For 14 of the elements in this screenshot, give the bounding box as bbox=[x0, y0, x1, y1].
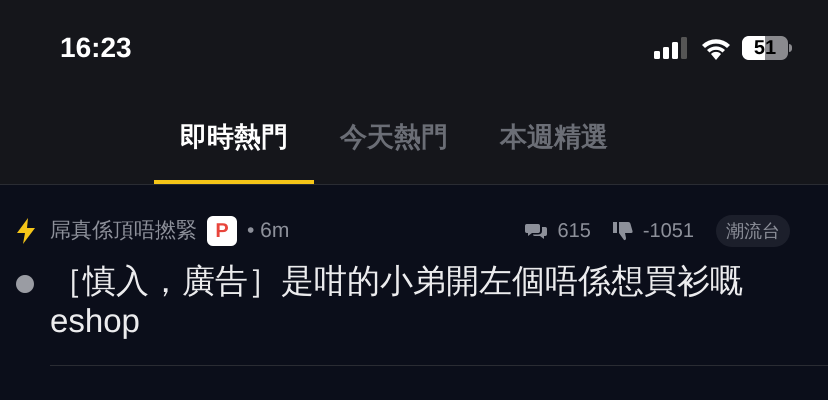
thread-title[interactable]: ［慎入，廣告］是咁的小弟開左個唔係想買衫嘅 eshop bbox=[50, 261, 786, 341]
reply-count: 615 bbox=[557, 219, 591, 244]
post-age: • 6m bbox=[247, 218, 290, 244]
status-time: 16:23 bbox=[60, 30, 132, 64]
tab[interactable]: 今天熱門 bbox=[314, 95, 474, 184]
category-tag[interactable]: 潮流台 bbox=[716, 215, 790, 247]
tab[interactable]: 即時熱門 bbox=[154, 95, 314, 184]
thumbs-down-icon bbox=[612, 221, 633, 241]
comment-icon bbox=[525, 222, 548, 240]
badge: P bbox=[207, 216, 237, 246]
vote-count: -1051 bbox=[642, 219, 694, 244]
author-name[interactable]: 屌真係頂唔撚緊 bbox=[50, 215, 197, 247]
tab[interactable]: 本週精選 bbox=[474, 95, 634, 184]
signal-icon bbox=[654, 36, 690, 58]
